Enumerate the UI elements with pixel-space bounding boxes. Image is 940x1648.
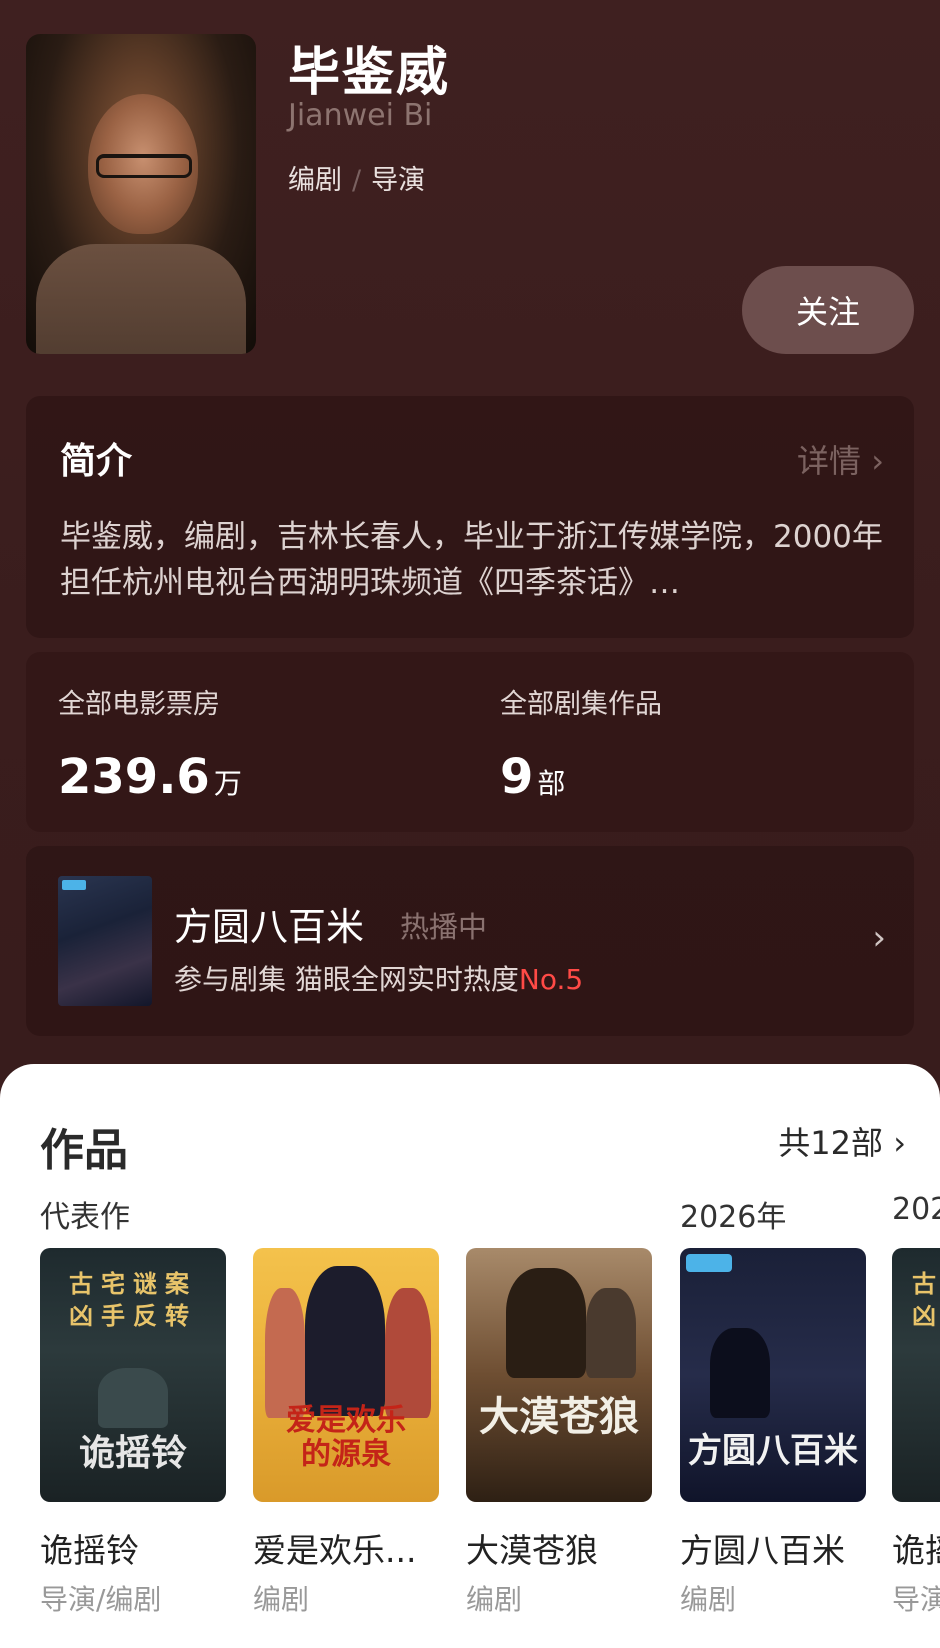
intro-title: 简介 <box>60 441 133 482</box>
work-title: 大漠苍狼 <box>466 1531 598 1570</box>
work-role: 导演 <box>892 1583 940 1616</box>
stat-unit: 万 <box>213 767 242 800</box>
work-item[interactable]: 古 凶 诡摇 导演 <box>892 1248 940 1618</box>
platform-logo-icon <box>62 880 86 890</box>
chevron-right-icon: › <box>871 442 884 480</box>
work-cover: 古 凶 <box>892 1248 940 1502</box>
hot-series-status: 热播中 <box>400 910 488 944</box>
hot-series-subtitle: 参与剧集 猫眼全网实时热度No.5 <box>174 963 584 996</box>
follow-button[interactable]: 关注 <box>742 266 914 354</box>
intro-more-link[interactable]: 详情 › <box>797 436 884 482</box>
works-title: 作品 <box>40 1125 128 1176</box>
hot-series-title: 方圆八百米 <box>174 905 365 949</box>
work-cover: 古宅谜案 凶手反转 诡摇铃 <box>40 1248 226 1502</box>
stat-unit: 部 <box>537 767 566 800</box>
group-label: 代表作 <box>40 1200 130 1235</box>
stat-label: 全部电影票房 <box>58 689 220 720</box>
work-role: 编剧 <box>466 1583 523 1616</box>
hot-series-poster <box>58 876 152 1006</box>
role-label: 编剧 <box>288 165 342 196</box>
role-label: 导演 <box>371 165 426 196</box>
work-cover: 方圆八百米 <box>680 1248 866 1502</box>
work-title: 方圆八百米 <box>680 1531 845 1570</box>
work-role: 编剧 <box>680 1583 737 1616</box>
work-role: 导演/编剧 <box>40 1583 162 1616</box>
chevron-right-icon: › <box>872 918 886 958</box>
platform-logo-icon <box>686 1254 732 1272</box>
stat-value: 9 <box>500 749 534 805</box>
stats-card: 全部电影票房 239.6 万 全部剧集作品 9部 <box>26 652 914 832</box>
work-title: 诡摇铃 <box>40 1531 139 1570</box>
hot-series-card[interactable]: 方圆八百米 热播中 参与剧集 猫眼全网实时热度No.5 › <box>26 846 914 1036</box>
work-item[interactable]: 方圆八百米 方圆八百米 编剧 <box>680 1248 866 1618</box>
stat-label: 全部剧集作品 <box>500 689 662 720</box>
person-english-name: Jianwei Bi <box>288 98 433 133</box>
person-roles: 编剧 / 导演 <box>288 158 425 197</box>
intro-text: 毕鉴威，编剧，吉林长春人，毕业于浙江传媒学院，2000年担任杭州电视台西湖明珠频… <box>60 519 883 601</box>
group-label: 2026年 <box>680 1200 787 1235</box>
work-title: 诡摇 <box>892 1531 940 1570</box>
work-item[interactable]: 古宅谜案 凶手反转 诡摇铃 诡摇铃 导演/编剧 <box>40 1248 226 1618</box>
work-cover: 爱是欢乐 的源泉 <box>253 1248 439 1502</box>
role-separator: / <box>352 165 362 196</box>
stat-box-office[interactable]: 全部电影票房 239.6 万 <box>58 682 242 805</box>
stat-value: 239.6 <box>58 749 210 805</box>
work-item[interactable]: 爱是欢乐 的源泉 爱是欢乐... 编剧 <box>253 1248 439 1618</box>
hot-rank: No.5 <box>518 963 584 996</box>
avatar[interactable] <box>26 34 256 354</box>
work-cover: 大漠苍狼 <box>466 1248 652 1502</box>
works-sheet: 作品 共12部 › 代表作 2026年 202 古宅谜案 凶手反转 诡摇铃 诡摇… <box>0 1064 940 1648</box>
work-item[interactable]: 大漠苍狼 大漠苍狼 编剧 <box>466 1248 652 1618</box>
chevron-right-icon: › <box>883 1124 906 1162</box>
work-role: 编剧 <box>253 1583 310 1616</box>
person-name: 毕鉴威 <box>288 43 451 103</box>
works-count-link[interactable]: 共12部 › <box>778 1118 906 1164</box>
group-label: 202 <box>892 1192 940 1227</box>
work-title: 爱是欢乐... <box>253 1531 417 1570</box>
stat-series-count[interactable]: 全部剧集作品 9部 <box>500 682 662 805</box>
intro-card[interactable]: 简介 详情 › 毕鉴威，编剧，吉林长春人，毕业于浙江传媒学院，2000年担任杭州… <box>26 396 914 638</box>
